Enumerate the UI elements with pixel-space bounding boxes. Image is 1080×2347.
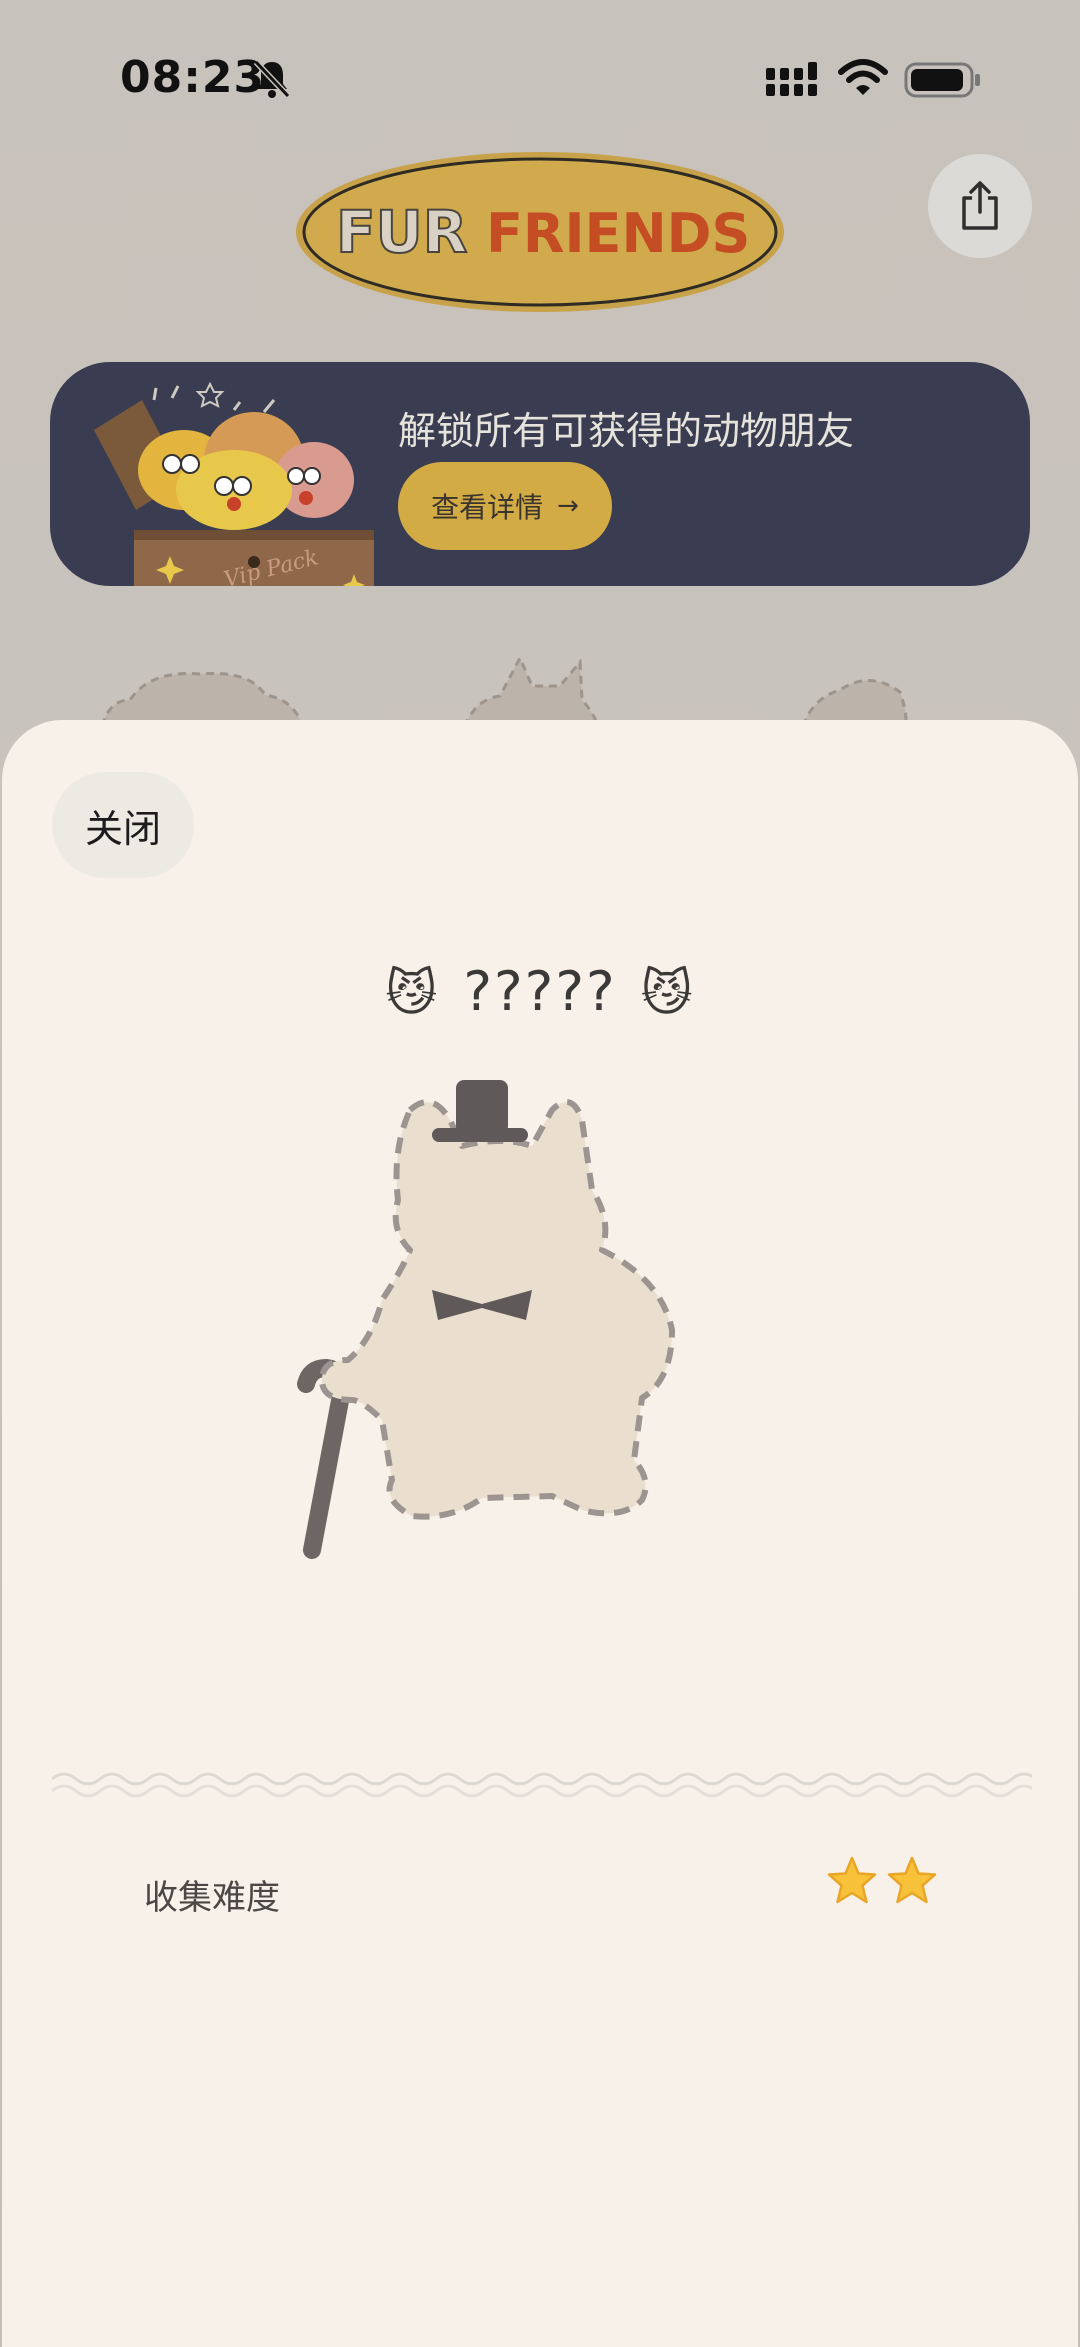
view-details-label: 查看详情 [431,491,544,524]
status-bar: 08:23 [0,0,1080,150]
animal-detail-sheet: 关闭 😼????? 😼 收集难度 [2,720,1078,2347]
star-icon [827,1856,877,1904]
banner-title: 解锁所有可获得的动物朋友 [398,409,855,453]
view-details-button[interactable]: 查看详情 → [398,462,612,550]
share-icon [962,181,998,230]
smirking-cat-emoji-left: 😼 [385,964,440,1022]
status-time: 08:23 [120,52,266,103]
collection-difficulty-label: 收集难度 [144,1878,280,1918]
bell-off-icon [253,59,291,99]
animal-name-heading: 😼????? 😼 [2,960,1078,1023]
logo-text-fur: FUR [336,198,467,266]
signal-icon [766,62,817,96]
arrow-right-icon: → [557,491,579,521]
locked-animal-silhouette [297,1080,675,1559]
share-button[interactable] [928,154,1032,258]
wave-divider [52,1772,1032,1798]
app-screen: 08:23 FUR FRIENDS Vip Pack 解锁所有可获得的动物朋友 … [0,0,1080,2347]
smirking-cat-emoji-right: 😼 [640,964,695,1022]
furfriends-logo: FUR FRIENDS [296,152,784,312]
treasure-chest-illustration: Vip Pack [94,381,374,586]
vip-promo-banner[interactable]: Vip Pack 解锁所有可获得的动物朋友 查看详情 → [50,362,1030,586]
battery-icon [904,62,980,98]
difficulty-stars [824,1854,940,1910]
star-icon [887,1856,937,1904]
wifi-icon [838,59,888,95]
logo-text-friends: FRIENDS [486,202,750,265]
animal-name: ????? [463,960,617,1023]
close-button[interactable]: 关闭 [52,772,194,878]
